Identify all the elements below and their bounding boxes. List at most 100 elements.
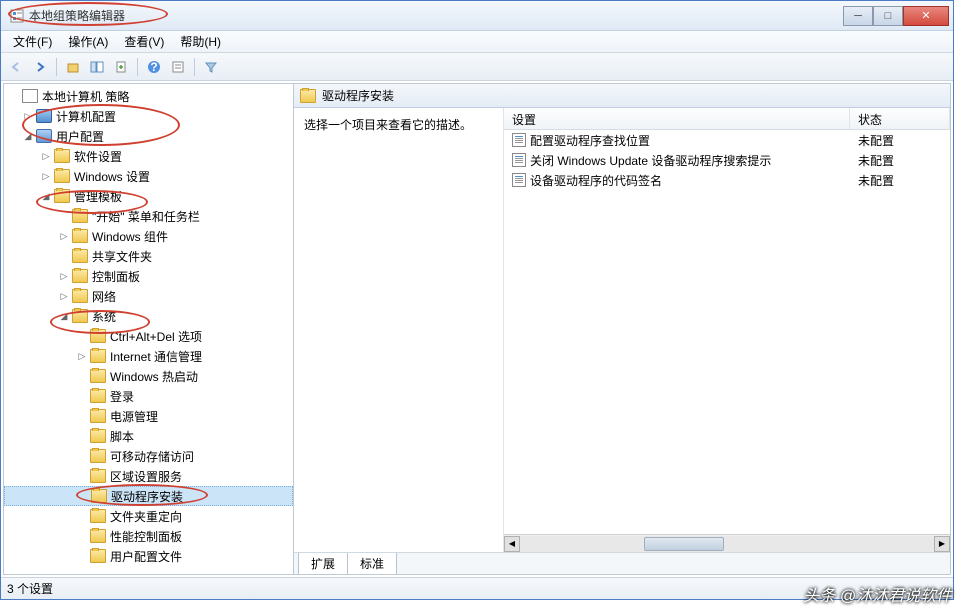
scroll-right-button[interactable]: ▶ xyxy=(934,536,950,552)
tree-user-config-files[interactable]: 用户配置文件 xyxy=(4,546,293,566)
folder-icon xyxy=(90,389,106,403)
expander-icon[interactable] xyxy=(76,330,88,342)
back-button[interactable] xyxy=(5,56,27,78)
folder-icon xyxy=(90,469,106,483)
column-setting[interactable]: 设置 xyxy=(504,108,850,129)
tree-windows-hotstart[interactable]: Windows 热启动 xyxy=(4,366,293,386)
list-item[interactable]: 配置驱动程序查找位置 未配置 xyxy=(504,130,950,150)
horizontal-scrollbar[interactable]: ◀ ▶ xyxy=(504,534,950,552)
description-column: 选择一个项目来查看它的描述。 xyxy=(294,108,504,552)
properties-button[interactable] xyxy=(167,56,189,78)
tree-system[interactable]: ◢系统 xyxy=(4,306,293,326)
expander-icon[interactable]: ▷ xyxy=(40,170,52,182)
expander-icon[interactable] xyxy=(8,90,20,102)
folder-icon xyxy=(72,249,88,263)
expander-icon[interactable] xyxy=(58,250,70,262)
expander-icon[interactable] xyxy=(76,410,88,422)
toolbar: ? xyxy=(1,53,953,81)
details-title: 驱动程序安装 xyxy=(322,87,394,104)
setting-icon xyxy=(512,133,526,147)
tree-locale-services[interactable]: 区域设置服务 xyxy=(4,466,293,486)
expander-icon[interactable] xyxy=(76,390,88,402)
expander-icon[interactable]: ▷ xyxy=(58,230,70,242)
tab-extended[interactable]: 扩展 xyxy=(298,553,348,575)
menu-file[interactable]: 文件(F) xyxy=(5,31,60,52)
tree-internet-comm[interactable]: ▷Internet 通信管理 xyxy=(4,346,293,366)
user-icon xyxy=(36,129,52,143)
list-item[interactable]: 关闭 Windows Update 设备驱动程序搜索提示 未配置 xyxy=(504,150,950,170)
settings-list: 配置驱动程序查找位置 未配置 关闭 Windows Update 设备驱动程序搜… xyxy=(504,130,950,534)
expander-icon[interactable] xyxy=(77,490,89,502)
expander-icon[interactable]: ▷ xyxy=(76,350,88,362)
tree-start-menu[interactable]: "开始" 菜单和任务栏 xyxy=(4,206,293,226)
tree-control-panel[interactable]: ▷控制面板 xyxy=(4,266,293,286)
export-button[interactable] xyxy=(110,56,132,78)
scroll-thumb[interactable] xyxy=(644,537,724,551)
folder-icon xyxy=(91,489,107,503)
filter-button[interactable] xyxy=(200,56,222,78)
expander-icon[interactable]: ◢ xyxy=(40,190,52,202)
tree-windows-components[interactable]: ▷Windows 组件 xyxy=(4,226,293,246)
tree-login[interactable]: 登录 xyxy=(4,386,293,406)
tab-standard[interactable]: 标准 xyxy=(347,553,397,575)
tree-computer-config[interactable]: ▷计算机配置 xyxy=(4,106,293,126)
details-panel: 驱动程序安装 选择一个项目来查看它的描述。 设置 状态 配置驱动程序查找位置 未… xyxy=(294,84,950,574)
expander-icon[interactable] xyxy=(58,210,70,222)
tree-software-settings[interactable]: ▷软件设置 xyxy=(4,146,293,166)
scroll-left-button[interactable]: ◀ xyxy=(504,536,520,552)
list-item[interactable]: 设备驱动程序的代码签名 未配置 xyxy=(504,170,950,190)
expander-icon[interactable] xyxy=(76,430,88,442)
tree-root[interactable]: 本地计算机 策略 xyxy=(4,86,293,106)
expander-icon[interactable] xyxy=(76,370,88,382)
expander-icon[interactable] xyxy=(76,510,88,522)
expander-icon[interactable]: ▷ xyxy=(58,270,70,282)
folder-icon xyxy=(72,209,88,223)
tree-power-mgmt[interactable]: 电源管理 xyxy=(4,406,293,426)
tree-ctrl-alt-del[interactable]: Ctrl+Alt+Del 选项 xyxy=(4,326,293,346)
help-button[interactable]: ? xyxy=(143,56,165,78)
expander-icon[interactable] xyxy=(76,450,88,462)
computer-icon xyxy=(36,109,52,123)
folder-icon xyxy=(90,349,106,363)
tree-panel[interactable]: 本地计算机 策略 ▷计算机配置 ◢用户配置 ▷软件设置 ▷Windows 设置 … xyxy=(4,84,294,574)
menu-help[interactable]: 帮助(H) xyxy=(172,31,229,52)
policy-root-icon xyxy=(22,89,38,103)
expander-icon[interactable]: ◢ xyxy=(58,310,70,322)
tree-folder-redirect[interactable]: 文件夹重定向 xyxy=(4,506,293,526)
maximize-button[interactable]: □ xyxy=(873,6,903,26)
minimize-button[interactable]: ─ xyxy=(843,6,873,26)
tree-scripts[interactable]: 脚本 xyxy=(4,426,293,446)
folder-icon xyxy=(54,169,70,183)
folder-icon xyxy=(72,229,88,243)
up-button[interactable] xyxy=(62,56,84,78)
expander-icon[interactable] xyxy=(76,550,88,562)
menu-view[interactable]: 查看(V) xyxy=(116,31,172,52)
tree-removable-storage[interactable]: 可移动存储访问 xyxy=(4,446,293,466)
tree-windows-settings[interactable]: ▷Windows 设置 xyxy=(4,166,293,186)
expander-icon[interactable]: ◢ xyxy=(22,130,34,142)
watermark: 头条 @沐沐君说软件 xyxy=(803,582,952,606)
folder-icon xyxy=(90,329,106,343)
expander-icon[interactable]: ▷ xyxy=(58,290,70,302)
close-button[interactable]: ✕ xyxy=(903,6,949,26)
folder-icon xyxy=(300,89,316,103)
tree-driver-install[interactable]: 驱动程序安装 xyxy=(4,486,293,506)
expander-icon[interactable] xyxy=(76,470,88,482)
column-state[interactable]: 状态 xyxy=(850,108,950,129)
view-tabs: 扩展 标准 xyxy=(294,552,950,574)
svg-text:?: ? xyxy=(150,60,157,74)
expander-icon[interactable]: ▷ xyxy=(40,150,52,162)
app-icon xyxy=(9,8,25,24)
expander-icon[interactable]: ▷ xyxy=(22,110,34,122)
tree-shared-folders[interactable]: 共享文件夹 xyxy=(4,246,293,266)
menu-action[interactable]: 操作(A) xyxy=(60,31,116,52)
show-tree-button[interactable] xyxy=(86,56,108,78)
setting-icon xyxy=(512,173,526,187)
tree-perf-ctrl-panel[interactable]: 性能控制面板 xyxy=(4,526,293,546)
tree-admin-templates[interactable]: ◢管理模板 xyxy=(4,186,293,206)
tree-network[interactable]: ▷网络 xyxy=(4,286,293,306)
expander-icon[interactable] xyxy=(76,530,88,542)
forward-button[interactable] xyxy=(29,56,51,78)
tree-user-config[interactable]: ◢用户配置 xyxy=(4,126,293,146)
list-header: 设置 状态 xyxy=(504,108,950,130)
